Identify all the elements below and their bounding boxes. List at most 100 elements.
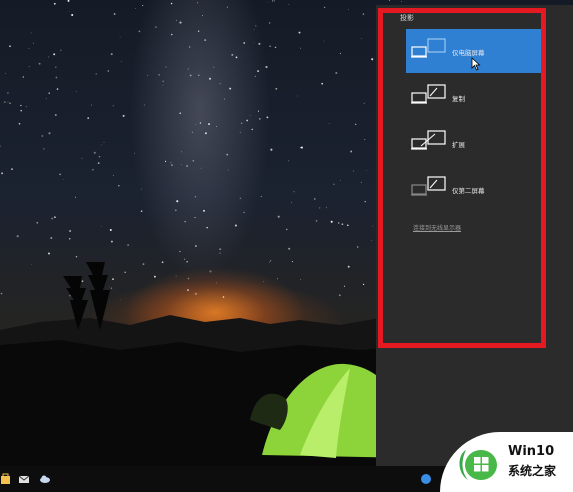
star xyxy=(231,53,234,56)
star xyxy=(249,114,251,116)
star xyxy=(270,260,272,262)
star xyxy=(254,75,256,78)
star xyxy=(50,236,53,240)
star xyxy=(45,98,47,99)
star xyxy=(288,247,291,250)
star xyxy=(55,76,58,79)
star xyxy=(298,31,301,34)
star xyxy=(333,183,335,186)
star xyxy=(20,110,22,112)
star xyxy=(112,278,114,280)
star xyxy=(362,13,365,15)
star xyxy=(194,196,197,198)
star xyxy=(364,138,366,141)
star xyxy=(9,102,11,104)
star xyxy=(147,74,149,76)
watermark-title: Win10 xyxy=(508,444,555,459)
help-icon[interactable] xyxy=(420,473,432,485)
star xyxy=(164,160,167,162)
star xyxy=(350,150,353,153)
star xyxy=(326,207,327,209)
store-icon[interactable] xyxy=(0,473,12,485)
star xyxy=(347,265,350,268)
star xyxy=(388,0,391,2)
star xyxy=(319,207,321,209)
star xyxy=(51,217,54,220)
star xyxy=(120,299,122,300)
star xyxy=(299,147,301,149)
star xyxy=(158,74,160,76)
star xyxy=(266,116,269,119)
star xyxy=(179,21,182,24)
weather-icon[interactable] xyxy=(39,473,51,485)
star xyxy=(206,226,208,229)
star xyxy=(7,101,9,103)
win10-logo-icon xyxy=(459,450,497,480)
star xyxy=(293,191,295,193)
star xyxy=(258,117,261,120)
star xyxy=(143,104,145,106)
star xyxy=(109,229,112,231)
star xyxy=(181,164,183,166)
star xyxy=(60,49,62,51)
mail-icon[interactable] xyxy=(18,473,30,485)
star xyxy=(171,164,173,166)
star xyxy=(9,45,11,48)
star xyxy=(122,114,125,117)
star xyxy=(204,39,207,42)
star xyxy=(363,102,365,104)
star xyxy=(219,248,222,251)
star xyxy=(48,92,50,94)
star xyxy=(360,38,362,40)
star xyxy=(179,112,181,114)
star xyxy=(161,261,164,264)
star xyxy=(229,87,232,90)
star xyxy=(191,131,193,133)
star xyxy=(189,74,192,77)
star xyxy=(142,263,145,265)
star xyxy=(290,201,292,203)
star xyxy=(28,66,30,67)
star xyxy=(98,155,101,158)
star xyxy=(48,56,50,58)
star xyxy=(199,122,202,124)
star xyxy=(155,26,157,28)
star xyxy=(300,146,303,149)
star xyxy=(260,196,262,197)
star xyxy=(195,245,197,247)
star xyxy=(183,258,186,260)
star xyxy=(223,98,225,100)
star xyxy=(328,123,330,124)
star xyxy=(296,95,298,97)
star xyxy=(239,131,241,133)
star xyxy=(112,105,114,107)
star xyxy=(18,122,21,125)
star xyxy=(184,221,186,223)
star xyxy=(43,148,45,150)
star xyxy=(135,7,136,9)
star xyxy=(55,66,57,68)
star xyxy=(337,222,340,224)
star xyxy=(186,289,190,292)
star xyxy=(243,211,245,214)
star xyxy=(291,261,293,263)
star xyxy=(189,46,191,48)
star xyxy=(162,84,164,86)
star xyxy=(275,87,278,90)
star xyxy=(127,244,129,246)
star xyxy=(154,275,156,278)
star xyxy=(3,101,6,103)
star xyxy=(91,104,92,106)
star xyxy=(30,32,32,34)
star xyxy=(93,151,96,154)
star xyxy=(219,252,221,254)
star xyxy=(241,122,243,124)
star xyxy=(0,292,3,295)
star xyxy=(246,119,249,122)
star xyxy=(100,226,102,227)
star xyxy=(216,126,217,127)
star xyxy=(268,22,271,24)
red-highlight-box xyxy=(378,8,546,348)
star xyxy=(110,53,113,56)
star xyxy=(68,10,70,12)
